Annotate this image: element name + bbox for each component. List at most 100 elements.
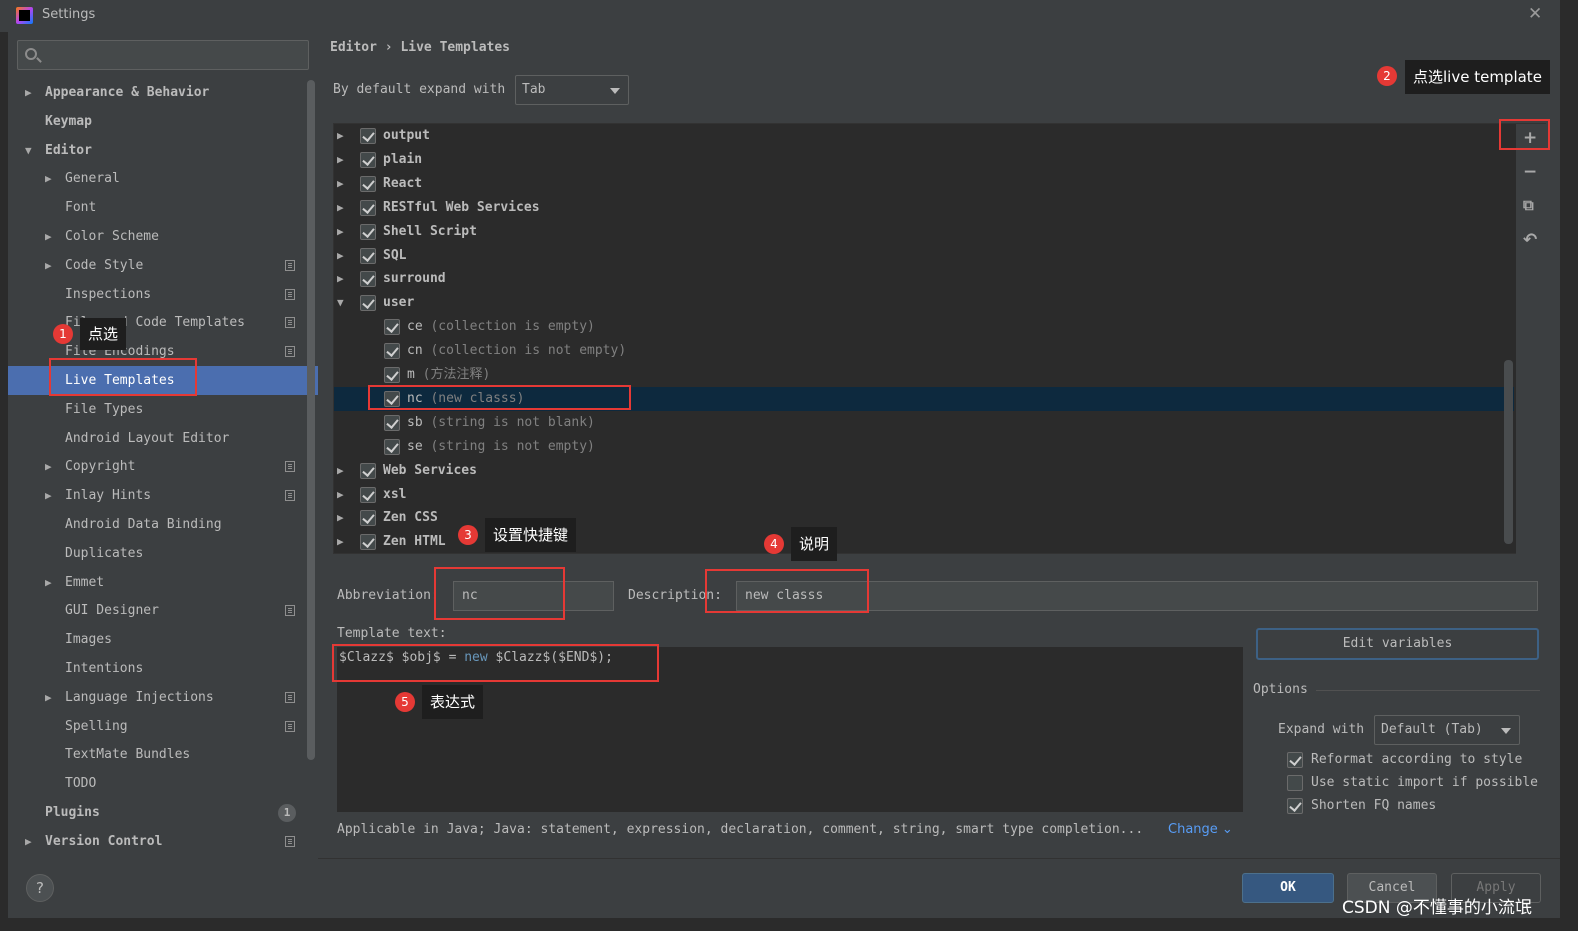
sidebar-item[interactable]: Spelling	[8, 712, 308, 741]
expand-arrow-right-icon[interactable]: ▶	[45, 251, 52, 280]
template-enabled-checkbox[interactable]	[360, 128, 376, 144]
template-enabled-checkbox[interactable]	[360, 510, 376, 527]
templates-scrollbar[interactable]	[1504, 360, 1513, 544]
template-row[interactable]: sb (string is not blank)	[334, 411, 1514, 435]
template-group-row[interactable]: ▶ surround	[334, 267, 1514, 291]
sidebar-item[interactable]: Font	[8, 193, 308, 222]
expand-arrow-right-icon[interactable]: ▶	[337, 459, 344, 483]
sidebar-item[interactable]: File Types	[8, 395, 308, 424]
sidebar-item[interactable]: TextMate Bundles	[8, 740, 308, 769]
template-group-row[interactable]: ▼ user	[334, 291, 1514, 315]
template-row[interactable]: cn (collection is not empty)	[334, 339, 1514, 363]
default-expand-select[interactable]: Tab	[515, 75, 629, 105]
template-enabled-checkbox[interactable]	[360, 247, 376, 264]
expand-arrow-right-icon[interactable]: ▶	[337, 148, 344, 172]
sidebar-item[interactable]: Plugins 1	[8, 798, 308, 827]
expand-arrow-right-icon[interactable]: ▶	[45, 683, 52, 712]
sidebar-item[interactable]: ▶ Inlay Hints	[8, 481, 308, 510]
sidebar-item[interactable]: Intentions	[8, 654, 308, 683]
template-enabled-checkbox[interactable]	[360, 175, 376, 192]
expand-arrow-right-icon[interactable]: ▶	[337, 244, 344, 268]
expand-arrow-right-icon[interactable]: ▶	[25, 827, 32, 856]
sidebar-item[interactable]: ▶ Color Scheme	[8, 222, 308, 251]
expand-with-select[interactable]: Default (Tab)	[1374, 715, 1520, 745]
sidebar-item[interactable]: ▶ General	[8, 164, 308, 193]
template-group-row[interactable]: ▶ Web Services	[334, 459, 1514, 483]
expand-arrow-right-icon[interactable]: ▶	[45, 164, 52, 193]
template-enabled-checkbox[interactable]	[360, 199, 376, 216]
template-enabled-checkbox[interactable]	[384, 414, 400, 431]
sidebar-item[interactable]: ▶ Copyright	[8, 452, 308, 481]
expand-arrow-right-icon[interactable]: ▶	[337, 483, 344, 507]
expand-arrow-right-icon[interactable]: ▶	[45, 222, 52, 251]
sidebar-scrollbar[interactable]	[307, 80, 315, 760]
expand-arrow-right-icon[interactable]: ▶	[337, 172, 344, 196]
template-enabled-checkbox[interactable]	[384, 438, 400, 455]
expand-arrow-right-icon[interactable]: ▶	[337, 220, 344, 244]
sidebar-item[interactable]: ▶ Emmet	[8, 568, 308, 597]
change-context-link[interactable]: Change ⌄	[1168, 822, 1233, 837]
edit-variables-button[interactable]: Edit variables	[1256, 628, 1539, 660]
template-enabled-checkbox[interactable]	[360, 486, 376, 503]
help-button[interactable]: ?	[26, 874, 54, 902]
template-name: user	[383, 291, 414, 315]
template-enabled-checkbox[interactable]	[384, 319, 400, 336]
ok-button[interactable]: OK	[1242, 873, 1334, 903]
template-group-row[interactable]: ▶ SQL	[334, 244, 1514, 268]
sidebar-item[interactable]: Images	[8, 625, 308, 654]
remove-icon[interactable]: −	[1523, 162, 1537, 182]
sidebar-item[interactable]: ▼ Editor	[8, 136, 308, 165]
duplicate-icon[interactable]: ⧉	[1523, 196, 1534, 214]
template-row[interactable]: ce (collection is empty)	[334, 315, 1514, 339]
window-title: Settings	[42, 7, 96, 22]
expand-arrow-right-icon[interactable]: ▶	[337, 267, 344, 291]
template-row[interactable]: m (方法注释)	[334, 363, 1514, 387]
sidebar-item[interactable]: TODO	[8, 769, 308, 798]
sidebar-item-label: Color Scheme	[65, 229, 159, 244]
sidebar-item[interactable]: Android Layout Editor	[8, 424, 308, 453]
expand-arrow-right-icon[interactable]: ▶	[337, 124, 344, 148]
sidebar-item[interactable]: Inspections	[8, 280, 308, 309]
expand-arrow-right-icon[interactable]: ▶	[337, 530, 344, 554]
search-icon	[25, 48, 37, 60]
sidebar-item[interactable]: Duplicates	[8, 539, 308, 568]
sidebar-item[interactable]: GUI Designer	[8, 596, 308, 625]
template-row[interactable]: se (string is not empty)	[334, 435, 1514, 459]
expand-arrow-right-icon[interactable]: ▶	[45, 481, 52, 510]
template-group-row[interactable]: ▶ RESTful Web Services	[334, 196, 1514, 220]
sidebar-item[interactable]: ▶ Appearance & Behavior	[8, 78, 308, 107]
sidebar-item[interactable]: Keymap	[8, 107, 308, 136]
sidebar-item[interactable]: ▶ Language Injections	[8, 683, 308, 712]
template-enabled-checkbox[interactable]	[360, 534, 376, 551]
template-group-row[interactable]: ▶ plain	[334, 148, 1514, 172]
sidebar-item[interactable]: ▶ Version Control	[8, 827, 308, 856]
template-enabled-checkbox[interactable]	[384, 367, 400, 383]
expand-arrow-right-icon[interactable]: ▶	[337, 196, 344, 220]
sidebar-item[interactable]: Android Data Binding	[8, 510, 308, 539]
template-enabled-checkbox[interactable]	[360, 223, 376, 240]
restore-icon[interactable]: ↶	[1523, 230, 1537, 250]
sidebar-item[interactable]: ▶ Code Style	[8, 251, 308, 280]
close-icon[interactable]: ✕	[1528, 4, 1542, 24]
template-group-row[interactable]: ▶ Shell Script	[334, 220, 1514, 244]
expand-arrow-down-icon[interactable]: ▼	[25, 136, 32, 165]
template-group-row[interactable]: ▶ output	[334, 124, 1514, 148]
expand-arrow-right-icon[interactable]: ▶	[337, 506, 344, 530]
template-enabled-checkbox[interactable]	[360, 462, 376, 479]
template-group-row[interactable]: ▶ React	[334, 172, 1514, 196]
option-checkbox[interactable]	[1287, 775, 1303, 791]
expand-arrow-right-icon[interactable]: ▶	[45, 568, 52, 597]
template-name: RESTful Web Services	[383, 196, 540, 220]
option-checkbox[interactable]	[1287, 798, 1303, 814]
template-enabled-checkbox[interactable]	[360, 271, 376, 288]
settings-search-input[interactable]	[17, 40, 309, 70]
template-enabled-checkbox[interactable]	[360, 151, 376, 168]
expand-arrow-down-icon[interactable]: ▼	[337, 291, 344, 315]
expand-arrow-right-icon[interactable]: ▶	[45, 452, 52, 481]
template-group-row[interactable]: ▶ xsl	[334, 483, 1514, 507]
expand-arrow-right-icon[interactable]: ▶	[25, 78, 32, 107]
template-enabled-checkbox[interactable]	[360, 295, 376, 312]
option-checkbox[interactable]	[1287, 752, 1303, 768]
template-enabled-checkbox[interactable]	[384, 343, 400, 360]
template-name: se (string is not empty)	[407, 435, 595, 459]
